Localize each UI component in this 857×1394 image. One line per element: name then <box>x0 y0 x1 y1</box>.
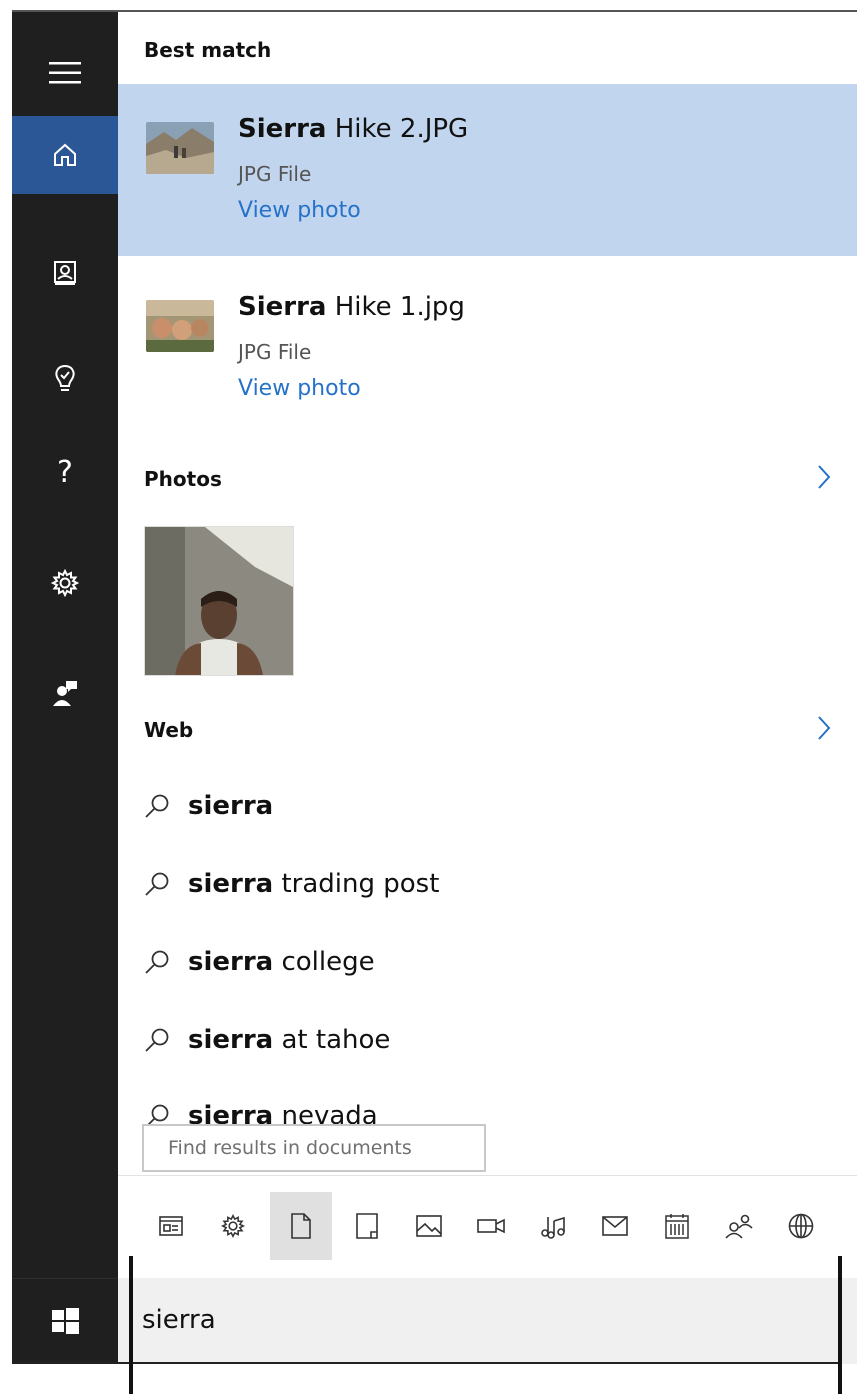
windows-logo-icon <box>52 1308 79 1334</box>
help-icon: ? <box>57 455 73 488</box>
document-icon <box>291 1213 311 1239</box>
reminders-button[interactable] <box>12 340 118 418</box>
gear-icon <box>51 569 79 597</box>
web-more-arrow[interactable] <box>817 715 831 745</box>
filter-photos-button[interactable] <box>398 1192 460 1260</box>
feedback-icon <box>53 681 77 706</box>
result-title: Sierra Hike 1.jpg <box>238 292 465 322</box>
filter-web-button[interactable] <box>770 1192 832 1260</box>
photo-icon <box>416 1215 442 1237</box>
help-button[interactable]: ? <box>12 432 118 510</box>
people-icon <box>725 1214 753 1239</box>
filter-calendar-button[interactable] <box>646 1192 708 1260</box>
result-title: Sierra Hike 2.JPG <box>238 114 469 144</box>
settings-button[interactable] <box>12 544 118 622</box>
hamburger-icon <box>49 62 81 84</box>
sierra-hike-1-thumbnail <box>146 300 214 352</box>
photos-header: Photos <box>144 467 222 491</box>
home-button[interactable] <box>12 116 118 194</box>
filter-music-button[interactable] <box>522 1192 584 1260</box>
feedback-button[interactable] <box>12 654 118 732</box>
view-photo-link[interactable]: View photo <box>238 376 361 401</box>
annotation-bracket-left <box>129 1256 133 1394</box>
notebook-icon <box>54 261 76 285</box>
search-icon <box>145 1028 169 1052</box>
search-icon <box>145 794 169 818</box>
start-button[interactable] <box>12 1282 118 1360</box>
result-file-type: JPG File <box>238 162 312 186</box>
folder-icon <box>356 1213 378 1239</box>
web-suggestion-item[interactable]: sierra trading post <box>144 862 439 906</box>
filter-divider <box>118 1175 857 1176</box>
cortana-sidebar: ? <box>12 12 118 1364</box>
lightbulb-icon <box>55 364 75 391</box>
best-match-header: Best match <box>144 38 272 62</box>
filter-apps-button[interactable] <box>140 1192 202 1260</box>
web-icon <box>788 1213 814 1239</box>
photo-result-thumbnail[interactable] <box>144 526 294 676</box>
chevron-right-icon <box>818 465 831 489</box>
search-results-panel: Best match Sierra Hike 2.JPG JPG File Vi… <box>118 12 857 1364</box>
apps-icon <box>159 1216 183 1236</box>
settings-icon <box>221 1214 245 1238</box>
view-photo-link[interactable]: View photo <box>238 198 361 223</box>
search-input[interactable] <box>142 1300 822 1340</box>
hamburger-menu-button[interactable] <box>12 34 118 112</box>
web-suggestion-item[interactable]: sierra college <box>144 940 375 984</box>
video-icon <box>477 1218 505 1234</box>
email-icon <box>602 1216 628 1236</box>
filter-documents-button[interactable] <box>270 1192 332 1260</box>
filter-people-button[interactable] <box>708 1192 770 1260</box>
search-box-underline <box>12 1362 839 1364</box>
web-suggestion-item[interactable]: sierra <box>144 784 273 828</box>
web-header: Web <box>144 718 194 742</box>
best-match-result-1[interactable]: Sierra Hike 2.JPG JPG File View photo <box>118 84 857 256</box>
photos-more-arrow[interactable] <box>817 464 831 494</box>
filter-tooltip: Find results in documents <box>142 1124 486 1172</box>
result-file-type: JPG File <box>238 340 312 364</box>
filter-videos-button[interactable] <box>460 1192 522 1260</box>
best-match-result-2[interactable]: Sierra Hike 1.jpg JPG File View photo <box>118 262 857 434</box>
sierra-hike-2-thumbnail <box>146 122 214 174</box>
web-suggestion-item[interactable]: sierra at tahoe <box>144 1018 390 1062</box>
notebook-button[interactable] <box>12 234 118 312</box>
search-icon <box>145 872 169 896</box>
annotation-bracket-right <box>838 1256 842 1394</box>
filter-settings-button[interactable] <box>202 1192 264 1260</box>
sidebar-divider <box>12 1278 118 1279</box>
search-filter-bar <box>140 1192 840 1260</box>
search-icon <box>145 950 169 974</box>
music-icon <box>541 1216 565 1239</box>
chevron-right-icon <box>818 716 831 740</box>
home-icon <box>54 143 76 166</box>
filter-email-button[interactable] <box>584 1192 646 1260</box>
svg-text:?: ? <box>57 455 73 488</box>
calendar-icon <box>665 1214 689 1239</box>
filter-folders-button[interactable] <box>336 1192 398 1260</box>
search-box <box>118 1278 857 1364</box>
